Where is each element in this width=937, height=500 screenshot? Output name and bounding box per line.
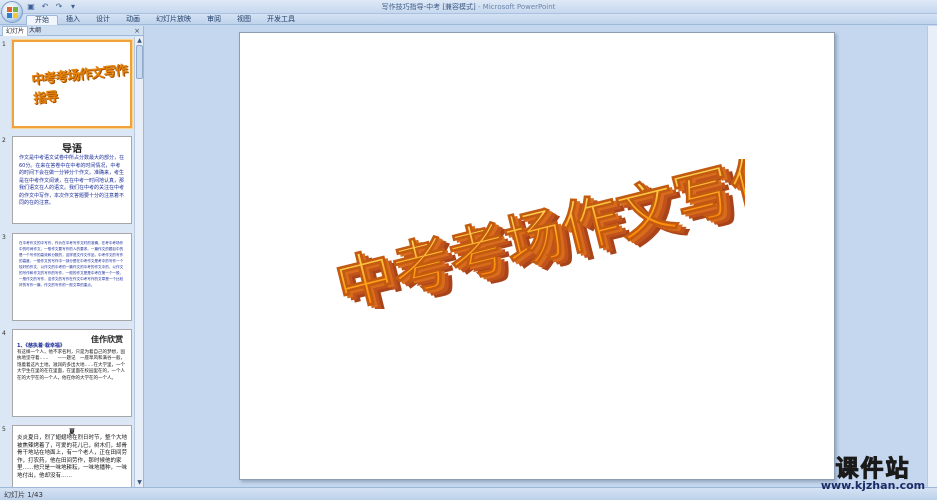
watermark-url: www.kjzhan.com <box>820 479 926 492</box>
tab-review[interactable]: 审阅 <box>199 15 229 25</box>
slide-counter: 幻灯片 1/43 <box>4 491 43 499</box>
watermark-logo: 课件站 www.kjzhan.com <box>812 449 934 499</box>
tab-home[interactable]: 开始 <box>26 15 58 25</box>
slide-thumbnail-3[interactable]: 在中考作文的中写作，作为在中考写作文时的准确，在考中考场作中的时间作文，一般作文… <box>12 233 132 321</box>
slides-pane-scrollbar[interactable]: ▲ ▼ <box>134 37 143 487</box>
close-icon[interactable]: × <box>134 26 140 36</box>
thumbnail-number: 1 <box>2 41 6 48</box>
slides-pane-tabs: 幻灯片 大纲 × <box>0 26 143 36</box>
thumbnail-body: 在中考作文的中写作，作为在中考写作文时的准确，在考中考场作中的时间作文，一般作文… <box>19 241 124 287</box>
slides-pane: 幻灯片 大纲 × 1 中考考场作文写作指导 2 导语 作文是中考语文试卷中所占分… <box>0 26 144 487</box>
tab-outline[interactable]: 大纲 <box>26 26 44 36</box>
window-title: 写作技巧指导-中考 [兼容模式] - Microsoft PowerPoint <box>0 2 937 12</box>
thumbnail-body: 炎炎夏日，烈了翅翅地在烈日时节，整个大地被焦辣烤着了，可爱的花儿已，树木们，却骨… <box>17 435 128 479</box>
vertical-scrollbar[interactable] <box>927 26 937 487</box>
thumbnail-title: 中考考场作文写作指导 <box>30 63 128 108</box>
slide-thumbnail-2[interactable]: 导语 作文是中考语文试卷中所占分数最大的部分，在60分。在来在答卷中在中考的时间… <box>12 136 132 224</box>
thumbnail-number: 2 <box>2 137 6 144</box>
tab-view[interactable]: 视图 <box>229 15 259 25</box>
tab-developer[interactable]: 开发工具 <box>259 15 303 25</box>
current-slide[interactable]: 中考考场作文写作指导 中考考场作文写作指导 中考考场作文写作指导 中考考场作文写… <box>239 32 835 480</box>
thumbnail-body: 作文是中考语文试卷中所占分数最大的部分，在60分。在来在答卷中在中考的时间情况，… <box>19 155 125 206</box>
thumbnail-subheading: 1、《慈执着·栽幸福》 <box>17 343 65 349</box>
slide-editing-area: 中考考场作文写作指导 中考考场作文写作指导 中考考场作文写作指导 中考考场作文写… <box>145 26 937 487</box>
tab-slides[interactable]: 幻灯片 <box>2 26 29 36</box>
wordart-face: 中考考场作文写作指导 <box>329 159 745 309</box>
scroll-up-icon[interactable]: ▲ <box>135 37 144 45</box>
thumbnail-body: 有这样一个人，他不求名利，只是为着自己的梦想，固执地坚守着…… ——题记 一座草… <box>17 350 125 381</box>
office-logo-icon <box>7 7 18 18</box>
document-title: 写作技巧指导-中考 [兼容模式] <box>381 3 476 11</box>
app-name: - Microsoft PowerPoint <box>475 3 556 11</box>
tab-slide-show[interactable]: 幻灯片放映 <box>148 15 199 25</box>
slide-thumbnail-5[interactable]: 夏 炎炎夏日，烈了翅翅地在烈日时节，整个大地被焦辣烤着了，可爱的花儿已，树木们，… <box>12 425 132 487</box>
tab-animations[interactable]: 动画 <box>118 15 148 25</box>
thumbnail-number: 4 <box>2 330 6 337</box>
thumbnail-heading: 导语 <box>62 144 82 155</box>
scroll-down-icon[interactable]: ▼ <box>135 479 144 487</box>
thumbnail-number: 5 <box>2 426 6 433</box>
status-bar: 幻灯片 1/43 <box>0 487 937 500</box>
thumbnail-heading: 佳作欣赏 <box>91 335 123 344</box>
tab-insert[interactable]: 插入 <box>58 15 88 25</box>
title-bar: ▣ ↶ ↷ ▾ 写作技巧指导-中考 [兼容模式] - Microsoft Pow… <box>0 0 937 14</box>
slide-thumbnail-1[interactable]: 中考考场作文写作指导 <box>12 40 132 128</box>
slide-thumbnail-4[interactable]: 佳作欣赏 1、《慈执着·栽幸福》 有这样一个人，他不求名利，只是为着自己的梦想，… <box>12 329 132 417</box>
scroll-thumb[interactable] <box>136 45 143 79</box>
thumbnail-number: 3 <box>2 234 6 241</box>
thumbnail-list: 1 中考考场作文写作指导 2 导语 作文是中考语文试卷中所占分数最大的部分，在6… <box>0 37 134 487</box>
wordart-title[interactable]: 中考考场作文写作指导 中考考场作文写作指导 中考考场作文写作指导 中考考场作文写… <box>325 159 745 309</box>
tab-design[interactable]: 设计 <box>88 15 118 25</box>
office-button[interactable] <box>1 1 23 23</box>
ribbon-tab-bar: 开始 插入 设计 动画 幻灯片放映 审阅 视图 开发工具 <box>0 14 937 25</box>
watermark-title: 课件站 <box>835 456 911 483</box>
